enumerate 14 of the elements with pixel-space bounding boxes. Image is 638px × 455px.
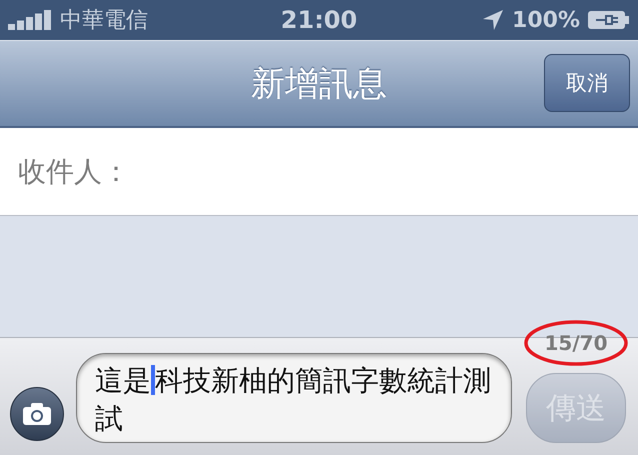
clock-time: 21:00: [280, 6, 358, 34]
camera-icon: [23, 403, 51, 425]
battery-percent: 100%: [512, 8, 580, 32]
recipient-label: 收件人：: [18, 154, 130, 190]
location-arrow-icon: [482, 9, 504, 31]
message-field[interactable]: 這是 科技新柚的簡訊字數統計測試: [76, 353, 512, 443]
character-counter: 15/70: [544, 331, 608, 355]
screen-title: 新增訊息: [251, 62, 387, 106]
cancel-button[interactable]: 取消: [544, 54, 630, 112]
text-cursor: [151, 365, 155, 395]
battery-charging-icon: [588, 9, 630, 31]
signal-icon: [8, 10, 52, 30]
camera-button[interactable]: [10, 387, 64, 441]
carrier-name: 中華電信: [60, 7, 148, 35]
